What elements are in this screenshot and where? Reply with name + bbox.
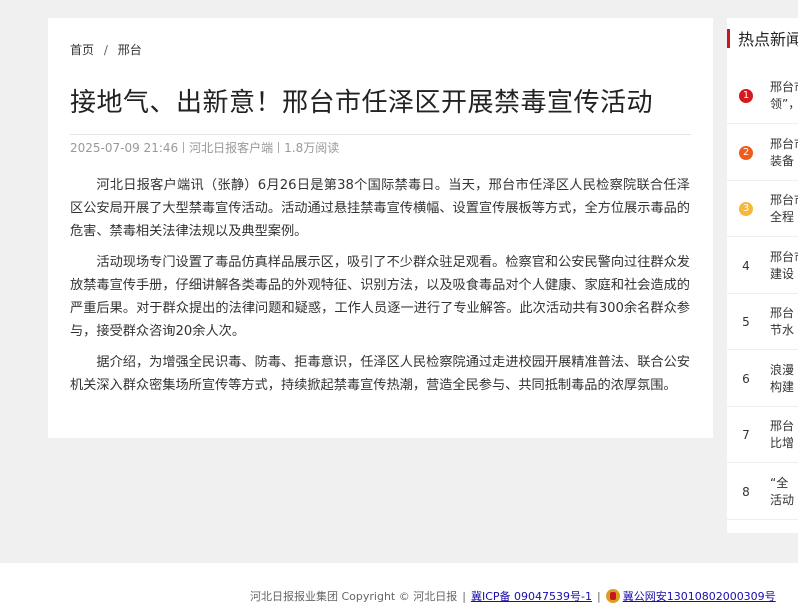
article-meta: 2025-07-09 21:46 河北日报客户端 1.8万阅读 [70,139,339,156]
hot-news-headline-cont: 建设 [770,266,795,281]
hot-news-headline: 邢台市 [770,249,798,264]
hot-news-headline-cont: 构建 [770,379,795,394]
hot-news-headline: 邢台 [770,306,795,320]
article-paragraph: 活动现场专门设置了毒品仿真样品展示区，吸引了不少群众驻足观看。检察官和公安民警向… [70,255,690,339]
hot-news-item[interactable]: 1 邢台市领”， [727,68,798,124]
hot-news-headline-cont: 节水 [770,323,795,337]
article-source: 河北日报客户端 [189,141,274,155]
hot-news-headline: “全 [770,475,789,490]
article-paragraph: 河北日报客户端讯（张静）6月26日是第38个国际禁毒日。当天，邢台市任泽区人民检… [70,178,690,239]
police-badge-icon [605,589,620,603]
article-views: 1.8万阅读 [284,141,340,155]
hot-news-item[interactable]: 2 邢台市装备 [727,125,798,181]
article-date: 2025-07-09 21:46 [70,140,179,155]
hot-news-headline: 浪漫 [770,362,795,377]
breadcrumb-current[interactable]: 邢台 [118,43,142,57]
hot-news-title: 热点新闻 [738,30,798,49]
hot-news-item[interactable]: 6 浪漫构建 [727,351,798,407]
hot-news-item[interactable]: 8 “全活动 [727,464,798,520]
hot-news-rank: 4 [742,258,750,273]
hot-news-headline-cont: 比增 [770,436,795,450]
hot-news-header: 热点新闻 [727,28,798,49]
footer-separator: | [596,589,601,603]
breadcrumb-separator: / [103,43,108,57]
hot-news-headline: 邢台市 [770,80,798,94]
hot-news-headline-cont: 全程 [770,210,795,224]
breadcrumb: 首页 / 邢台 [70,41,148,58]
hot-news-rank: 3 [739,202,753,216]
article-card: 首页 / 邢台 接地气、出新意！邢台市任泽区开展禁毒宣传活动 2025-07-0… [48,18,713,438]
breadcrumb-home[interactable]: 首页 [70,43,94,57]
police-record-link[interactable]: 冀公网安13010802000309号 [623,588,776,604]
article-body: 河北日报客户端讯（张静）6月26日是第38个国际禁毒日。当天，邢台市任泽区人民检… [70,174,690,405]
meta-separator [183,142,185,153]
hot-news-panel: 热点新闻 1邢台市领”，2邢台市装备3邢台市全程4邢台市建设5邢台节水6浪漫构建… [727,18,798,533]
hot-news-headline-cont: 装备 [770,153,795,168]
meta-divider [70,134,691,135]
hot-news-item[interactable]: 5 邢台节水 [727,294,798,350]
article-title: 接地气、出新意！邢台市任泽区开展禁毒宣传活动 [70,88,654,118]
hot-news-rank: 7 [742,428,750,442]
hot-news-headline: 邢台 [770,419,795,433]
footer-line: 河北日报报业集团 Copyright © 河北日报 | 冀ICP备 090475… [250,588,776,604]
hot-news-rank: 6 [742,371,750,386]
article-paragraph: 据介绍，为增强全民识毒、防毒、拒毒意识，任泽区人民检察院通过走进校园开展精准普法… [70,355,690,393]
hot-news-headline: 邢台市 [770,136,798,151]
footer-separator: | [462,589,466,603]
hot-news-item[interactable]: 7 邢台比增 [727,407,798,463]
hot-news-item[interactable]: 4 邢台市建设 [727,238,798,294]
footer: 河北日报报业集团 Copyright © 河北日报 | 冀ICP备 090475… [0,563,798,615]
hot-news-rank: 2 [739,145,753,160]
icp-link[interactable]: 冀ICP备 09047539号-1 [471,588,592,604]
hot-news-headline-cont: 活动 [770,492,795,507]
header-accent-bar [727,28,730,48]
hot-news-rank: 1 [739,89,753,103]
hot-news-rank: 5 [742,315,750,329]
footer-copyright: 河北日报报业集团 Copyright © 河北日报 [250,590,458,603]
hot-news-headline-cont: 领”， [770,97,798,111]
hot-news-item[interactable]: 3 邢台市全程 [727,181,798,237]
hot-news-rank: 8 [742,484,750,499]
hot-news-headline: 邢台市 [770,193,798,207]
meta-separator [278,142,280,153]
